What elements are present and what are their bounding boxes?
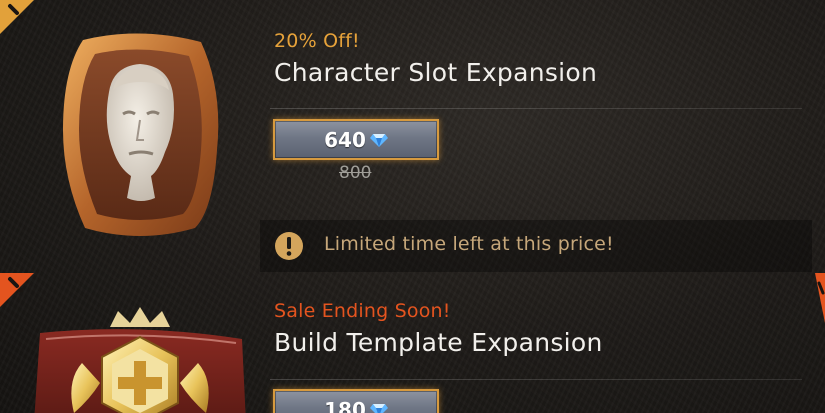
divider <box>270 379 802 380</box>
limited-time-notice: Limited time left at this price! <box>260 220 812 272</box>
sale-ending-badge-text: Sale Ending Soon! <box>274 300 451 322</box>
gem-store-panel: 20% Off! Character Slot Expansion 640 80… <box>0 0 825 413</box>
build-template-emblem-icon <box>34 307 246 413</box>
gem-icon <box>369 403 388 413</box>
original-price: 800 <box>339 163 372 183</box>
store-item-build-template[interactable]: Sale Ending Soon! Build Template Expansi… <box>0 273 825 413</box>
warning-circle-icon <box>274 231 304 261</box>
discount-badge-text: 20% Off! <box>274 30 360 52</box>
build-template-art <box>30 303 250 413</box>
divider <box>270 108 802 109</box>
store-item-character-slot[interactable]: 20% Off! Character Slot Expansion 640 80… <box>0 0 825 273</box>
item-title: Character Slot Expansion <box>274 58 598 87</box>
next-item-corner-flag <box>805 273 825 333</box>
price-value: 640 <box>324 127 366 152</box>
buy-price-button[interactable]: 180 <box>273 389 439 413</box>
exclamation-icon <box>0 0 34 34</box>
price-value: 180 <box>324 397 366 413</box>
gem-icon <box>369 133 388 147</box>
sale-corner-flag <box>0 0 56 56</box>
character-face-icon <box>63 33 219 236</box>
item-title: Build Template Expansion <box>274 328 603 357</box>
character-slot-art <box>55 30 225 240</box>
buy-price-button[interactable]: 640 <box>273 119 439 160</box>
notice-text: Limited time left at this price! <box>324 233 614 255</box>
